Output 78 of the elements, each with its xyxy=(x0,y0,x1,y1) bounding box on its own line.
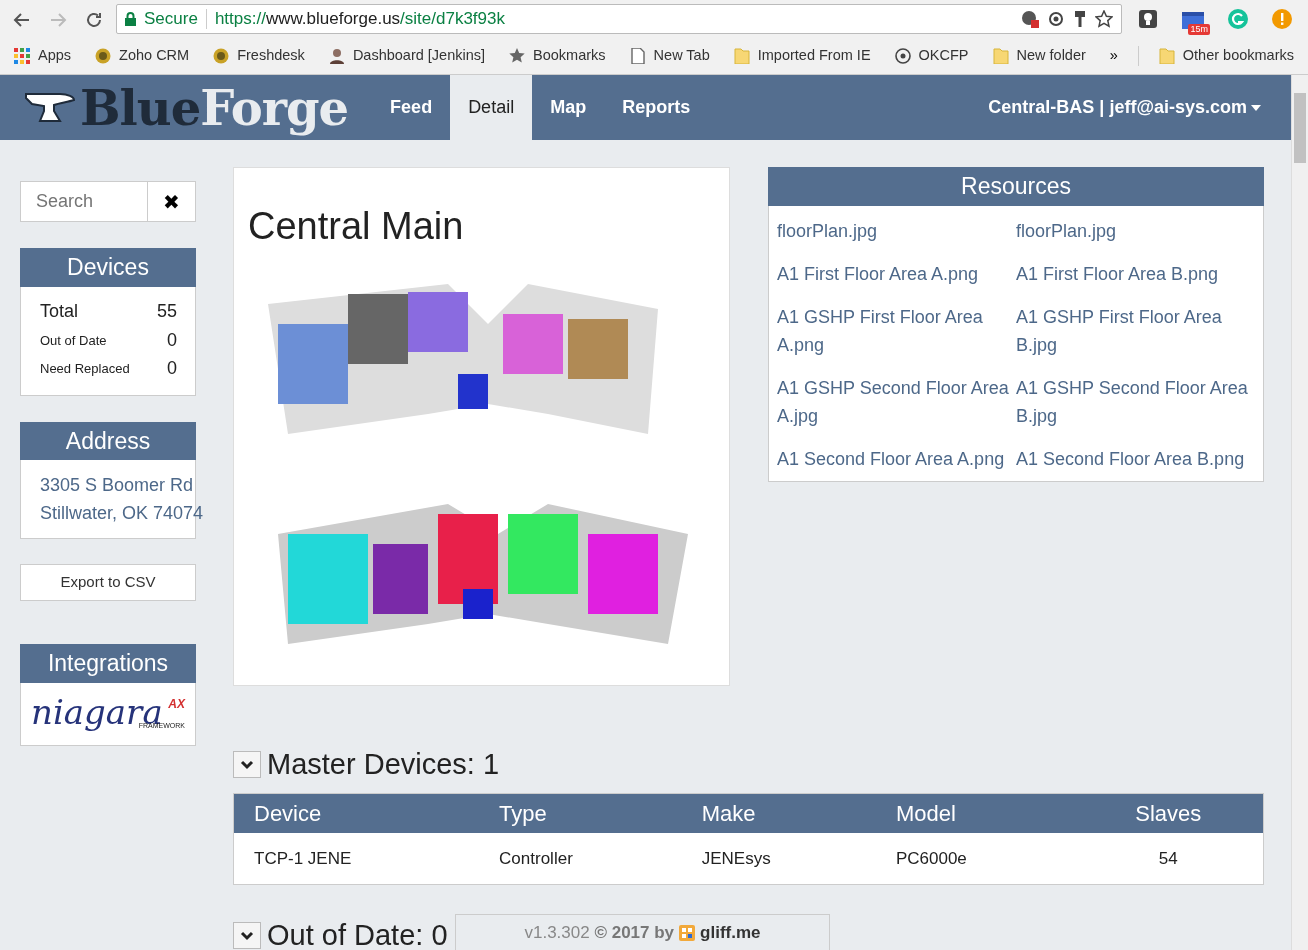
site-icon xyxy=(95,48,112,64)
nav-tab[interactable]: Reports xyxy=(604,75,709,140)
account-menu[interactable]: Central-BAS | jeff@ai-sys.com xyxy=(982,93,1267,122)
person-icon xyxy=(328,48,345,64)
scrollbar[interactable] xyxy=(1291,75,1308,950)
collapse-toggle[interactable] xyxy=(233,922,261,950)
panel-header: Address xyxy=(20,421,196,460)
panel-header: Integrations xyxy=(20,644,196,683)
column-header: Slaves xyxy=(1073,793,1264,833)
lock-icon xyxy=(125,12,136,26)
stat-value: 0 xyxy=(167,357,177,380)
page-icon xyxy=(629,48,646,64)
bookmark-item[interactable]: Freshdesk xyxy=(209,43,309,69)
footer-link[interactable]: gliff.me xyxy=(700,919,761,946)
bookmark-item[interactable]: New folder xyxy=(988,43,1090,69)
more-bookmarks-button[interactable]: » xyxy=(1105,43,1122,69)
address-bar[interactable]: Secure https://www.blueforge.us/site/d7k3f93k xyxy=(116,4,1122,34)
resource-link[interactable]: A1 GSHP First Floor Area B.jpg xyxy=(1016,295,1255,367)
stat-label: Out of Date xyxy=(40,331,107,350)
bookmark-item[interactable]: Imported From IE xyxy=(729,43,875,69)
apps-icon xyxy=(14,48,30,64)
resources-header: Resources xyxy=(768,167,1264,206)
site-title: Central Main xyxy=(248,204,465,249)
resource-link[interactable]: floorPlan.jpg xyxy=(777,209,1016,253)
bookmark-item[interactable]: New Tab xyxy=(625,43,714,69)
nav-tab[interactable]: Detail xyxy=(450,75,533,140)
circle-icon xyxy=(894,48,911,64)
column-header: Model xyxy=(875,793,1074,833)
star-icon xyxy=(509,48,526,64)
collapse-toggle[interactable] xyxy=(233,751,261,779)
caret-icon xyxy=(1251,104,1261,111)
folder-icon xyxy=(1158,48,1175,64)
column-header: Device xyxy=(233,793,480,833)
folder-icon xyxy=(992,48,1009,64)
resource-link[interactable]: A1 Second Floor Area B.png xyxy=(1016,437,1255,481)
url-text: https://www.blueforge.us/site/d7k3f93k xyxy=(214,8,505,31)
stat-value: 0 xyxy=(167,329,177,352)
resource-link[interactable]: floorPlan.jpg xyxy=(1016,209,1255,253)
footer-credit: v1.3.302 © 2017 by xyxy=(524,921,675,944)
site-icon xyxy=(213,48,230,64)
bookmark-item[interactable]: OKCFP xyxy=(890,43,973,69)
column-header: Make xyxy=(681,793,876,833)
bookmark-item[interactable]: Other bookmarks xyxy=(1154,43,1298,69)
bulb-icon[interactable] xyxy=(1138,9,1158,29)
section-title: Out of Date: 0 xyxy=(267,918,448,950)
column-header: Type xyxy=(479,793,682,833)
resource-link[interactable]: A1 GSHP First Floor Area A.png xyxy=(777,295,1016,367)
table-cell: PC6000e xyxy=(875,832,1074,885)
bookmark-item[interactable]: Dashboard [Jenkins] xyxy=(324,43,490,69)
count-badge: 15m xyxy=(1188,24,1210,35)
search-field[interactable]: Search ✖ xyxy=(20,181,196,222)
stat-label: Need Replaced xyxy=(40,359,130,378)
table-cell: Controller xyxy=(479,832,682,885)
export-button[interactable]: Export to CSV xyxy=(20,564,196,601)
table-cell: TCP-1 JENE xyxy=(233,832,480,885)
grid-icon xyxy=(678,923,697,942)
bookmark-item[interactable]: Zoho CRM xyxy=(91,43,194,69)
secure-label: Secure xyxy=(144,8,198,31)
folder-icon xyxy=(733,48,750,64)
nav-tab[interactable]: Map xyxy=(532,75,605,140)
nav-tab[interactable]: Feed xyxy=(372,75,451,140)
address-line: Stillwater, OK 74074 xyxy=(40,502,204,525)
resource-link[interactable]: A1 Second Floor Area A.png xyxy=(777,437,1016,481)
table-cell: JENEsys xyxy=(681,832,876,885)
panel-header: Devices xyxy=(20,248,196,287)
bookmark-item[interactable]: Apps xyxy=(10,43,76,69)
resource-link[interactable]: A1 GSHP Second Floor Area B.jpg xyxy=(1016,366,1255,438)
resource-link[interactable]: A1 GSHP Second Floor Area A.jpg xyxy=(777,366,1016,438)
star-icon[interactable] xyxy=(1095,10,1113,28)
table-cell: 54 xyxy=(1073,832,1264,885)
stat-label: Total xyxy=(40,300,79,323)
bookmark-item[interactable]: Bookmarks xyxy=(505,43,610,69)
address-line: 3305 S Boomer Rd xyxy=(40,474,194,497)
resource-link[interactable]: A1 First Floor Area B.png xyxy=(1016,252,1255,296)
target-icon[interactable] xyxy=(1047,10,1065,28)
section-title: Master Devices: 1 xyxy=(267,747,500,782)
resource-link[interactable]: A1 First Floor Area A.png xyxy=(777,252,1016,296)
stat-value: 55 xyxy=(156,300,177,323)
